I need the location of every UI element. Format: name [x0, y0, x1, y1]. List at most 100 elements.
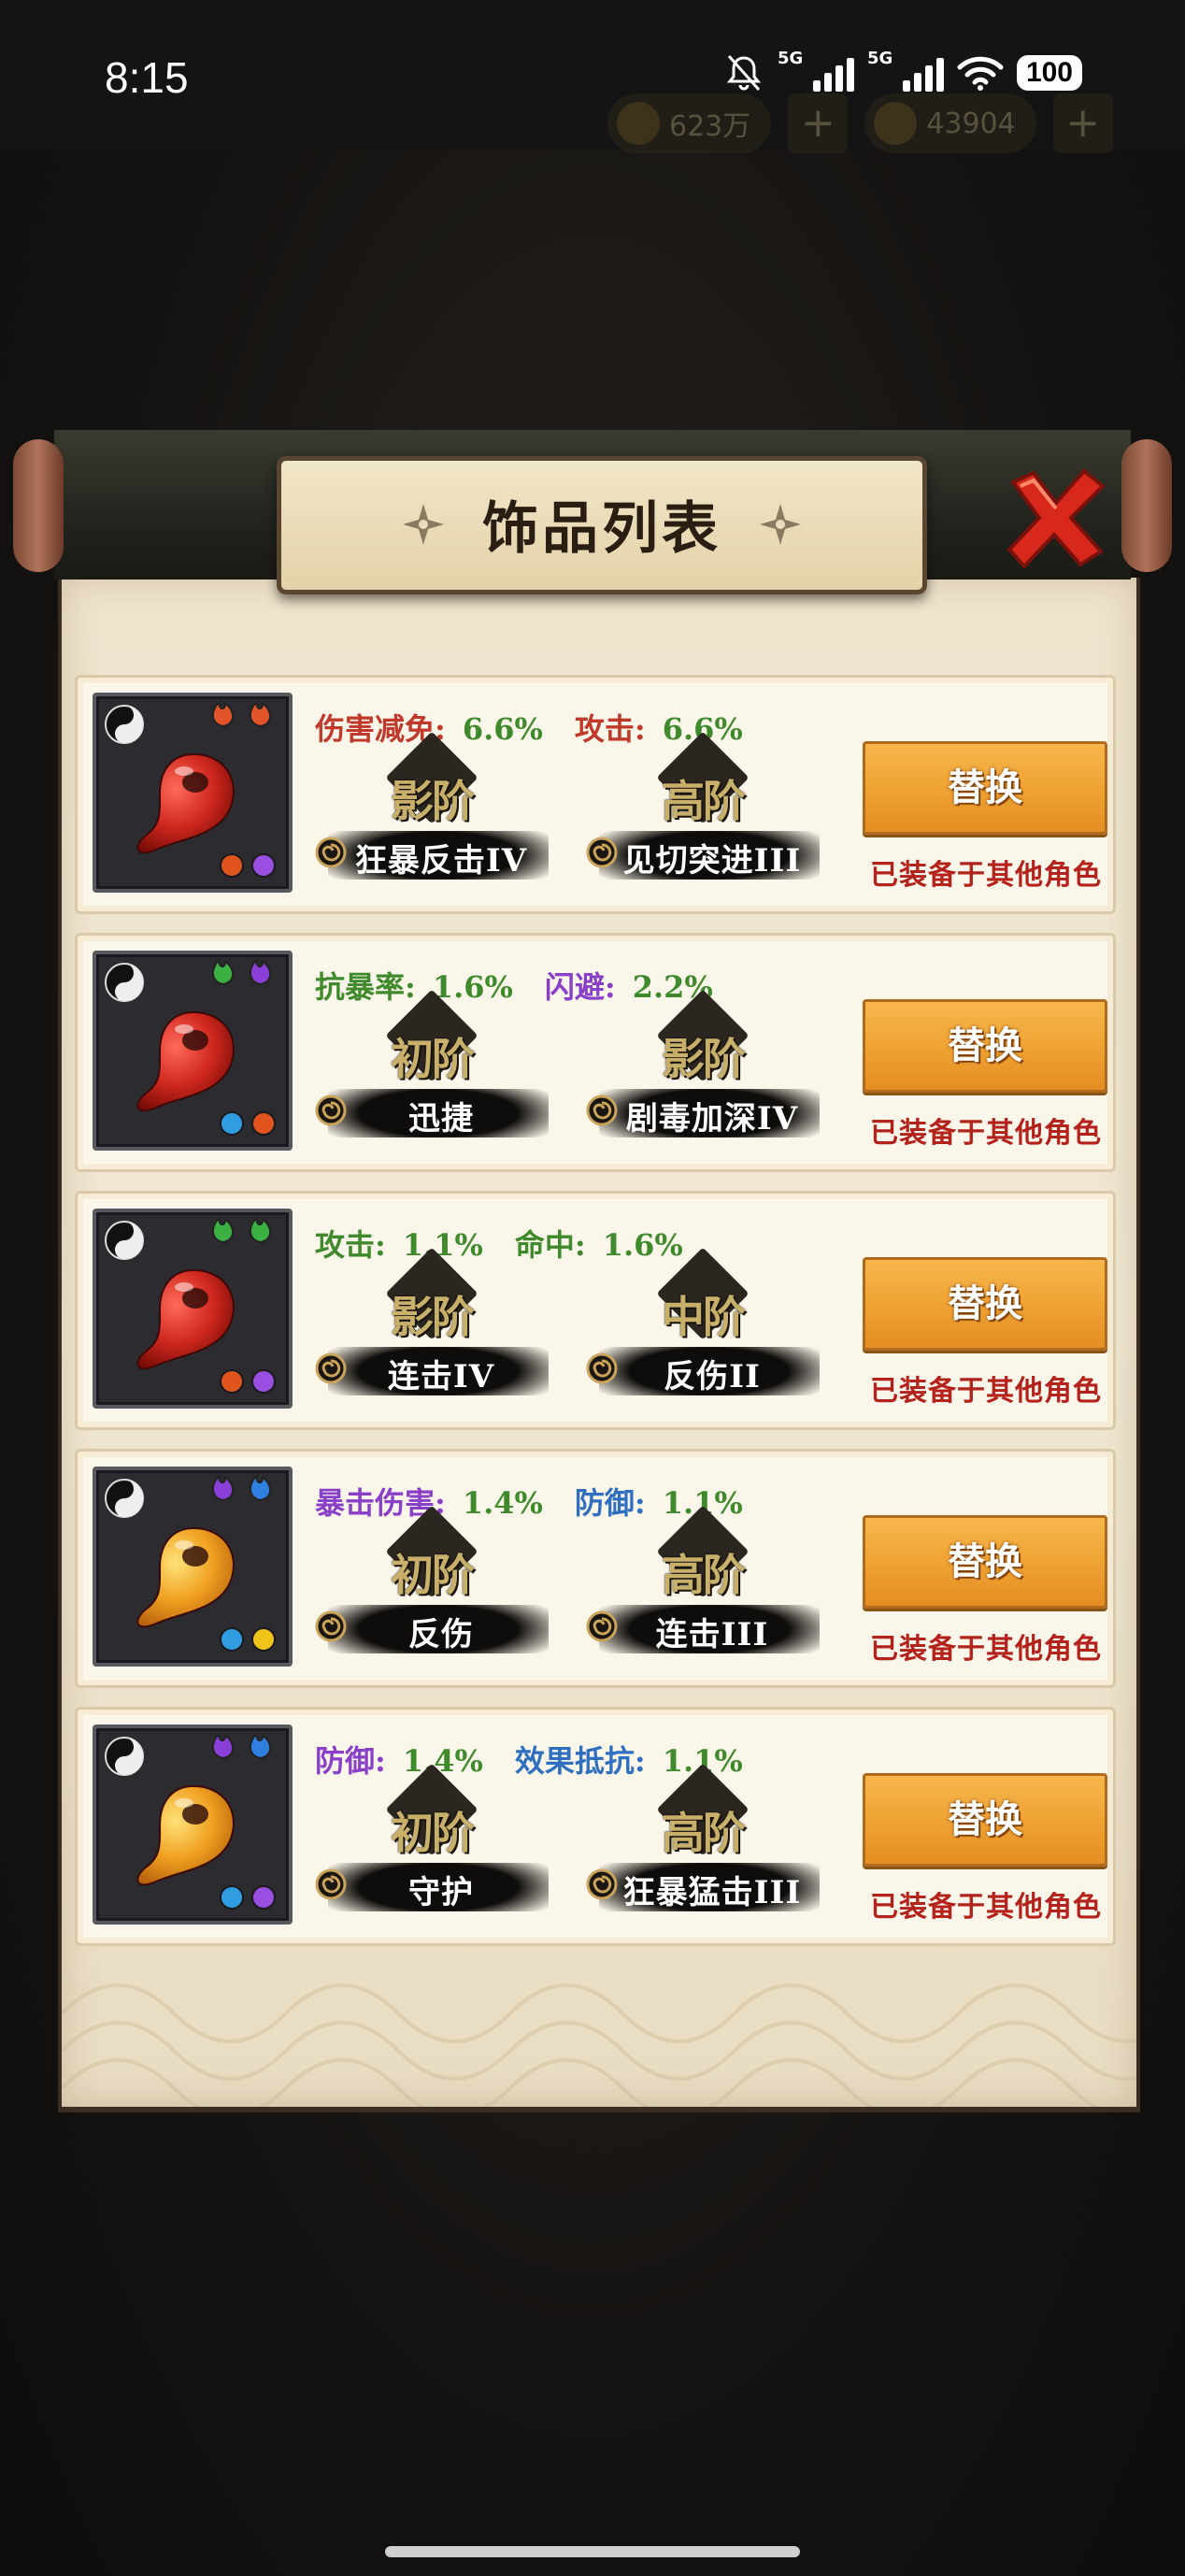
scroll-rod-cap-right: [1121, 439, 1172, 572]
flame-icon: [250, 957, 271, 986]
tier-emblem: 中阶: [636, 1247, 769, 1352]
skill-badge[interactable]: 影阶 连击IV: [315, 1247, 549, 1401]
skill-badge[interactable]: 初阶 反伤: [315, 1505, 549, 1659]
tier-label: 高阶: [662, 776, 746, 826]
skill-name: 守护: [408, 1874, 474, 1911]
clock: 8:15: [105, 53, 189, 102]
accessory-row: 防御: 1.4% 效果抵抗: 1.1% 初阶 守护 高阶 狂暴猛击III 替换 …: [75, 1707, 1116, 1946]
gem-socket-dot: [220, 853, 244, 878]
skill-badge[interactable]: 高阶 连击III: [586, 1505, 820, 1659]
taiji-icon: [105, 1479, 144, 1518]
stat-value: 6.6%: [462, 711, 543, 747]
dialog-title: 饰品列表: [482, 496, 721, 562]
taiji-icon: [105, 1737, 144, 1776]
battery-indicator: 100: [1016, 55, 1082, 91]
replace-button[interactable]: 替换: [863, 1257, 1107, 1351]
skill-name: 迅捷: [408, 1100, 474, 1138]
equipped-elsewhere-note: 已装备于其他角色: [870, 1375, 1102, 1408]
tier-emblem: 初阶: [365, 1505, 498, 1610]
skill-badge[interactable]: 影阶 狂暴反击IV: [315, 731, 549, 885]
taiji-icon: [105, 963, 144, 1002]
skill-name: 连击III: [655, 1616, 769, 1653]
flame-icon: [212, 1215, 234, 1244]
skill-name: 剧毒加深IV: [625, 1100, 799, 1138]
replace-button[interactable]: 替换: [863, 741, 1107, 835]
stat-line: 攻击: 1.1% 命中: 1.6%: [315, 1222, 715, 1265]
skill-badge[interactable]: 初阶 迅捷: [315, 989, 549, 1143]
magatama-jewel-icon: [136, 1010, 235, 1112]
accessory-row: 攻击: 1.1% 命中: 1.6% 影阶 连击IV 中阶 反伤II 替换 已装备…: [75, 1191, 1116, 1430]
stat-label: 闪避:: [544, 969, 616, 1005]
magatama-jewel-icon: [136, 1526, 235, 1628]
background-hud: 623万 + 43904 +: [607, 93, 1113, 153]
tier-label: 高阶: [662, 1550, 746, 1600]
tier-emblem: 高阶: [636, 731, 769, 837]
skill-name: 见切突进III: [622, 842, 802, 880]
flame-icon: [250, 699, 271, 728]
equipped-elsewhere-note: 已装备于其他角色: [870, 1891, 1102, 1924]
replace-button[interactable]: 替换: [863, 1773, 1107, 1867]
signal-strength-sim1: 5G: [778, 49, 854, 92]
flame-icon: [250, 1731, 271, 1760]
tier-emblem: 初阶: [365, 1763, 498, 1868]
tier-label: 影阶: [391, 1292, 475, 1342]
gem-socket-dot: [220, 1627, 244, 1652]
stat-value: 1.6%: [602, 1227, 683, 1263]
taiji-icon: [105, 705, 144, 744]
equipped-elsewhere-note: 已装备于其他角色: [870, 859, 1102, 892]
add-gem-button: +: [1052, 93, 1113, 153]
stat-label: 命中:: [514, 1227, 586, 1263]
accessory-row: 暴击伤害: 1.4% 防御: 1.1% 初阶 反伤 高阶 连击III 替换 已装…: [75, 1449, 1116, 1688]
skill-badge[interactable]: 高阶 见切突进III: [586, 731, 820, 885]
tier-label: 影阶: [391, 776, 475, 826]
flame-icon: [250, 1473, 271, 1502]
skill-badge[interactable]: 高阶 狂暴猛击III: [586, 1763, 820, 1917]
home-indicator[interactable]: [385, 2546, 800, 2557]
stat-label: 效果抵抗:: [514, 1743, 646, 1779]
tier-label: 初阶: [391, 1550, 475, 1600]
replace-button[interactable]: 替换: [863, 1515, 1107, 1609]
gem-socket-dot: [251, 1885, 276, 1910]
skill-badge[interactable]: 影阶 剧毒加深IV: [586, 989, 820, 1143]
stat-label: 防御:: [315, 1743, 386, 1779]
tier-label: 中阶: [662, 1292, 746, 1342]
magatama-jewel-icon: [136, 1784, 235, 1886]
gem-socket-dot: [220, 1369, 244, 1394]
title-plaque: 饰品列表: [277, 456, 927, 594]
stat-value: 1.4%: [462, 1485, 543, 1521]
shuriken-icon: [760, 504, 801, 545]
coin-icon: [617, 102, 660, 145]
taiji-icon: [105, 1221, 144, 1260]
stat-value: 1.4%: [402, 1743, 483, 1779]
tier-label: 初阶: [391, 1808, 475, 1858]
tier-emblem: 影阶: [365, 731, 498, 837]
gem-counter: 43904: [864, 93, 1036, 153]
flame-icon: [212, 699, 234, 728]
gem-socket-dot: [220, 1111, 244, 1136]
skill-name: 反伤II: [664, 1358, 761, 1395]
magatama-jewel-icon: [136, 1268, 235, 1370]
gem-socket-dot: [251, 1111, 276, 1136]
stat-label: 抗暴率:: [315, 969, 416, 1005]
gem-socket-dot: [251, 853, 276, 878]
accessory-slot[interactable]: [93, 1467, 293, 1667]
flame-icon: [250, 1215, 271, 1244]
tier-label: 影阶: [662, 1034, 746, 1084]
accessory-slot[interactable]: [93, 1209, 293, 1409]
skill-badge[interactable]: 中阶 反伤II: [586, 1247, 820, 1401]
stat-value: 1.6%: [432, 969, 513, 1005]
muted-bell-icon: [726, 55, 762, 91]
replace-button[interactable]: 替换: [863, 999, 1107, 1093]
tier-emblem: 影阶: [636, 989, 769, 1095]
close-icon[interactable]: [1000, 462, 1112, 574]
accessory-slot[interactable]: [93, 1724, 293, 1925]
tier-emblem: 影阶: [365, 1247, 498, 1352]
accessory-slot[interactable]: [93, 951, 293, 1151]
gem-socket-dot: [251, 1369, 276, 1394]
flame-icon: [212, 1473, 234, 1502]
stat-label: 攻击:: [574, 711, 646, 747]
tier-emblem: 高阶: [636, 1505, 769, 1610]
skill-badge[interactable]: 初阶 守护: [315, 1763, 549, 1917]
accessory-slot[interactable]: [93, 693, 293, 893]
skill-name: 狂暴反击IV: [354, 842, 528, 880]
